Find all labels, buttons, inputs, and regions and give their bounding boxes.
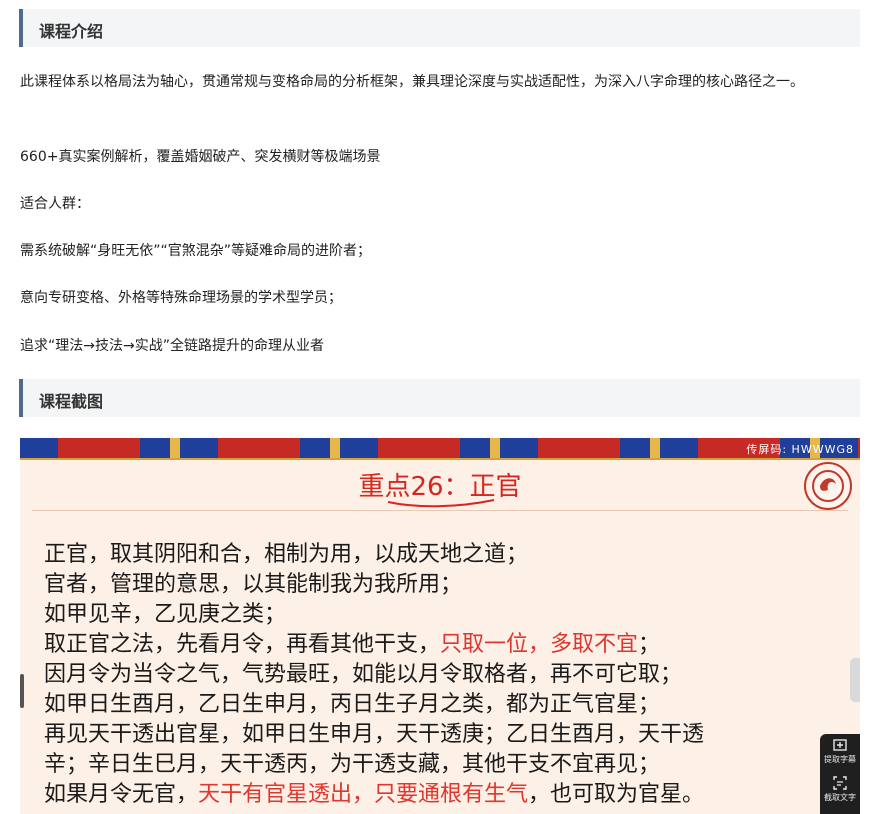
slide-body: 正官，取其阴阳和合，相制为用，以成天地之道； 官者，管理的意思，以其能制我为我所… xyxy=(44,540,814,810)
slide-line: 辛；辛日生巳月，天干透丙，为干透支藏，其他干支不宜再见； xyxy=(44,750,814,780)
intro-paragraph-4: 需系统破解“身旺无依”“官煞混杂”等疑难命局的进阶者； xyxy=(20,243,372,259)
slide-line: 如甲见辛，乙见庚之类； xyxy=(44,600,814,630)
slide-line-text: 取正官之法，先看月令，再看其他干支， xyxy=(44,632,441,657)
intro-paragraph-3: 适合人群： xyxy=(20,196,90,212)
subtitle-icon xyxy=(833,739,847,751)
capture-text-icon xyxy=(833,776,847,790)
capture-text-label: 截取文字 xyxy=(824,793,856,802)
share-code-label: 传屏码: HWWWG8 xyxy=(746,443,854,456)
slide-line-text: 如甲日生酉月，乙日生申月，丙日生子月之类，都为正气官星； xyxy=(44,692,661,717)
intro-paragraph-5: 意向专研变格、外格等特殊命理场景的学术型学员； xyxy=(20,290,342,306)
title-underline-mark xyxy=(387,499,495,508)
slide-line: 如甲日生酉月，乙日生申月，丙日生子月之类，都为正气官星； xyxy=(44,690,814,720)
slide-line-text: 正官，取其阴阳和合，相制为用，以成天地之道； xyxy=(44,542,529,567)
slide-line-text: ，也可取为官星。 xyxy=(528,782,705,807)
intro-paragraph-2: 660+真实案例解析，覆盖婚姻破产、突发横财等极端场景 xyxy=(20,149,381,165)
slide-line-highlight: 只取一位，多取不宜 xyxy=(440,632,639,657)
slide-line-text: 如甲见辛，乙见庚之类； xyxy=(44,602,287,627)
slide-line: 正官，取其阴阳和合，相制为用，以成天地之道； xyxy=(44,540,814,570)
slide-line-text: 因月令为当令之气，气势最旺，如能以月令取格者，再不可它取； xyxy=(44,662,683,687)
extract-subtitle-button[interactable]: 提取字幕 xyxy=(820,738,860,765)
slide-line-highlight: 天干有官星透出，只要通根有生气 xyxy=(198,782,529,807)
slide-line: 因月令为当令之气，气势最旺，如能以月令取格者，再不可它取； xyxy=(44,660,814,690)
slide-line: 再见天干透出官星，如甲日生申月，天干透庚；乙日生酉月，天干透 xyxy=(44,720,814,750)
slide-line: 官者，管理的意思，以其能制我为我所用； xyxy=(44,570,814,600)
logo-icon xyxy=(804,462,852,510)
section-title-screenshot: 课程截图 xyxy=(39,392,104,411)
title-divider xyxy=(32,510,848,511)
course-screenshot: 传屏码: HWWWG8 重点26：正官 正官，取其阴阳和合，相制为用，以成天地之… xyxy=(20,438,860,814)
capture-text-button[interactable]: 截取文字 xyxy=(820,776,860,803)
extract-subtitle-label: 提取字幕 xyxy=(824,755,856,764)
scroll-handle-right[interactable] xyxy=(850,658,860,702)
slide-line-text: ； xyxy=(638,632,661,657)
slide-line: 如果月令无官，天干有官星透出，只要通根有生气，也可取为官星。 xyxy=(44,780,814,810)
intro-paragraph-6: 追求“理法→技法→实战”全链路提升的命理从业者 xyxy=(20,338,324,354)
slide-line-text: 再见天干透出官星，如甲日生申月，天干透庚；乙日生酉月，天干透 xyxy=(44,722,705,747)
scroll-handle-left[interactable] xyxy=(20,674,24,708)
section-header-intro: 课程介绍 xyxy=(19,9,860,47)
section-header-screenshot: 课程截图 xyxy=(19,379,860,417)
slide-line-text: 如果月令无官， xyxy=(44,782,199,807)
slide-line: 取正官之法，先看月令，再看其他干支，只取一位，多取不宜； xyxy=(44,630,814,660)
slide-line-text: 辛；辛日生巳月，天干透丙，为干透支藏，其他干支不宜再见； xyxy=(44,752,661,777)
side-toolbar: 提取字幕 截取文字 xyxy=(820,734,860,814)
decorative-banner xyxy=(20,438,860,460)
intro-paragraph-1: 此课程体系以格局法为轴心，贯通常规与变格命局的分析框架，兼具理论深度与实战适配性… xyxy=(20,74,804,90)
section-title-intro: 课程介绍 xyxy=(39,22,104,41)
slide-line-text: 官者，管理的意思，以其能制我为我所用； xyxy=(44,572,463,597)
